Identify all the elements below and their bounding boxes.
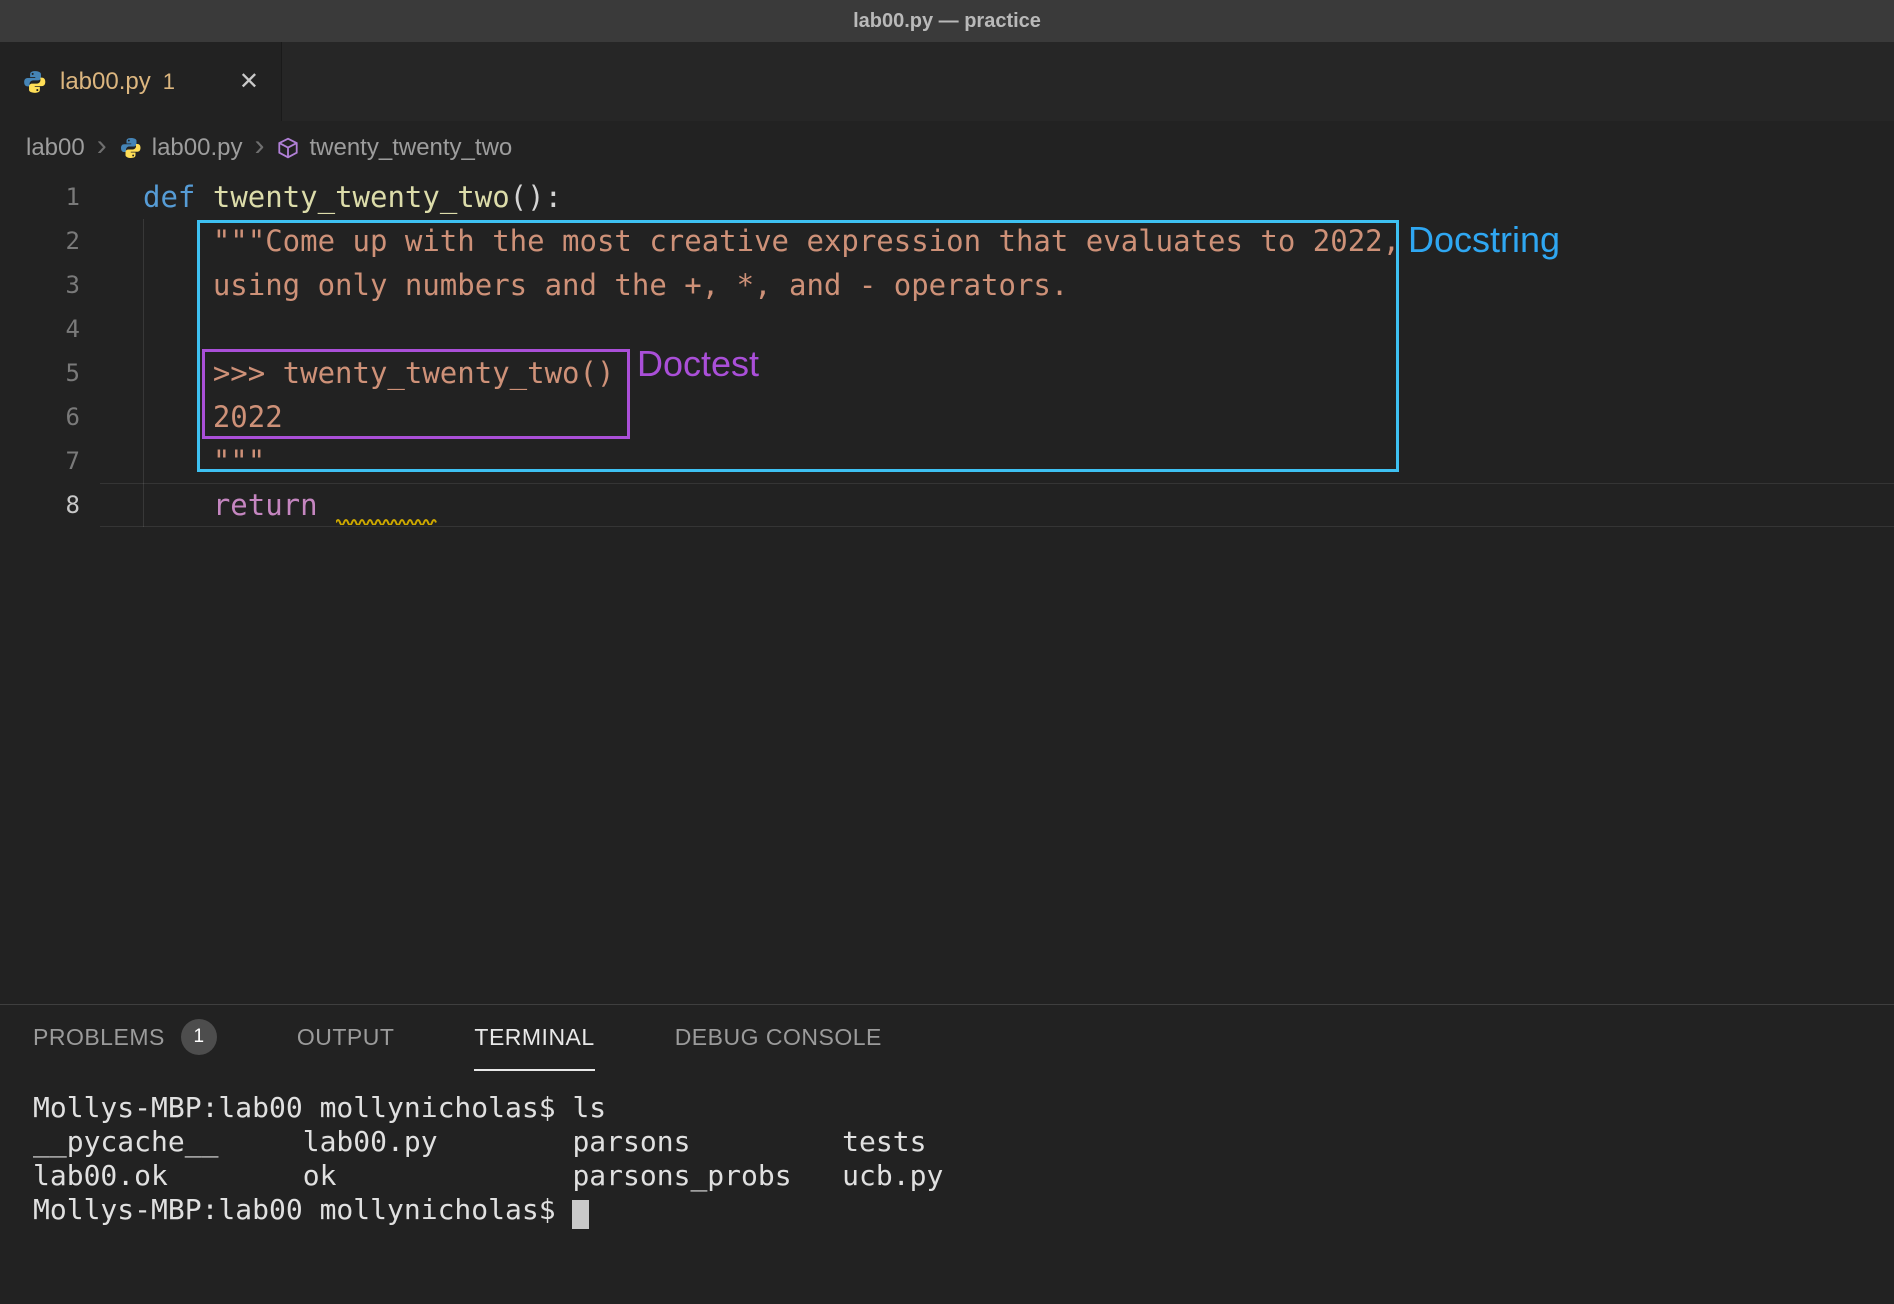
terminal-line: __pycache__ lab00.py parsons tests bbox=[33, 1125, 926, 1158]
panel-tab-label: TERMINAL bbox=[474, 1024, 594, 1051]
code-line-2[interactable]: 2 """Come up with the most creative expr… bbox=[0, 219, 1894, 263]
symbol-module-icon bbox=[276, 136, 300, 160]
warning-squiggle bbox=[336, 515, 440, 524]
code-line-4[interactable]: 4 bbox=[0, 307, 1894, 351]
line-number[interactable]: 4 bbox=[0, 307, 100, 351]
code-line-8[interactable]: 8 return bbox=[0, 483, 1894, 527]
code-text: 2022 bbox=[100, 395, 1894, 439]
code-line-1[interactable]: 1def twenty_twenty_two(): bbox=[0, 175, 1894, 219]
python-icon bbox=[119, 136, 143, 160]
code-line-6[interactable]: 6 2022 bbox=[0, 395, 1894, 439]
code-text: using only numbers and the +, *, and - o… bbox=[100, 263, 1894, 307]
code-text bbox=[100, 307, 1894, 351]
panel-tab-label: PROBLEMS bbox=[33, 1024, 165, 1051]
breadcrumb-separator-icon: › bbox=[97, 131, 107, 161]
line-number[interactable]: 8 bbox=[0, 483, 100, 527]
panel-tab-label: DEBUG CONSOLE bbox=[675, 1024, 882, 1051]
tab-label: lab00.py bbox=[60, 68, 151, 96]
tab-bar: lab00.py 1 ✕ bbox=[0, 42, 1894, 121]
line-number[interactable]: 6 bbox=[0, 395, 100, 439]
indent-guide bbox=[143, 219, 144, 527]
breadcrumb-item-twenty-twenty-two[interactable]: twenty_twenty_two bbox=[276, 134, 512, 162]
code-text: """Come up with the most creative expres… bbox=[100, 219, 1894, 263]
code-line-3[interactable]: 3 using only numbers and the +, *, and -… bbox=[0, 263, 1894, 307]
line-number[interactable]: 3 bbox=[0, 263, 100, 307]
code-lines: 1def twenty_twenty_two():2 """Come up wi… bbox=[0, 175, 1894, 527]
breadcrumb-label: lab00 bbox=[26, 134, 85, 162]
code-text: return bbox=[100, 483, 1894, 527]
breadcrumb-label: lab00.py bbox=[152, 134, 243, 162]
problems-count-badge: 1 bbox=[181, 1019, 217, 1055]
titlebar[interactable]: lab00.py — practice bbox=[0, 0, 1894, 42]
code-line-5[interactable]: 5 >>> twenty_twenty_two() bbox=[0, 351, 1894, 395]
panel-tab-terminal[interactable]: TERMINAL bbox=[474, 1005, 594, 1071]
panel-tab-output[interactable]: OUTPUT bbox=[297, 1005, 395, 1071]
line-number[interactable]: 7 bbox=[0, 439, 100, 483]
breadcrumb-label: twenty_twenty_two bbox=[309, 134, 512, 162]
window-title: lab00.py — practice bbox=[853, 10, 1041, 33]
bottom-panel: PROBLEMS 1 OUTPUT TERMINAL DEBUG CONSOLE Mol… bbox=[0, 1004, 1894, 1304]
terminal-output[interactable]: Mollys-MBP:lab00 mollynicholas$ ls __pyc… bbox=[33, 1091, 943, 1227]
panel-tab-label: OUTPUT bbox=[297, 1024, 395, 1051]
terminal-line: lab00.ok ok parsons_probs ucb.py bbox=[33, 1159, 943, 1192]
code-editor[interactable]: 1def twenty_twenty_two():2 """Come up wi… bbox=[0, 175, 1894, 1004]
breadcrumb-item-lab00[interactable]: lab00 bbox=[26, 134, 85, 162]
line-number[interactable]: 1 bbox=[0, 175, 100, 219]
panel-tab-problems[interactable]: PROBLEMS 1 bbox=[33, 1005, 217, 1071]
panel-tab-debug-console[interactable]: DEBUG CONSOLE bbox=[675, 1005, 882, 1071]
terminal-cursor bbox=[572, 1200, 589, 1229]
line-number[interactable]: 5 bbox=[0, 351, 100, 395]
docstring-annotation-label: Docstring bbox=[1408, 219, 1560, 261]
breadcrumb-separator-icon: › bbox=[254, 131, 264, 161]
panel-tab-bar: PROBLEMS 1 OUTPUT TERMINAL DEBUG CONSOLE bbox=[0, 1005, 1894, 1071]
tab-lab00py[interactable]: lab00.py 1 ✕ bbox=[0, 42, 282, 121]
tab-modified-badge: 1 bbox=[163, 69, 175, 95]
line-number[interactable]: 2 bbox=[0, 219, 100, 263]
code-text: >>> twenty_twenty_two() bbox=[100, 351, 1894, 395]
terminal-line: Mollys-MBP:lab00 mollynicholas$ ls bbox=[33, 1091, 606, 1124]
python-icon bbox=[22, 69, 48, 95]
code-text: """ bbox=[100, 439, 1894, 483]
terminal-line: Mollys-MBP:lab00 mollynicholas$ bbox=[33, 1193, 572, 1226]
vscode-window: lab00.py — practice lab00.py 1 ✕ lab00›l… bbox=[0, 0, 1894, 1304]
code-line-7[interactable]: 7 """ bbox=[0, 439, 1894, 483]
code-text: def twenty_twenty_two(): bbox=[100, 175, 1894, 219]
breadcrumb: lab00 › lab00.py › twenty_twenty_two bbox=[0, 121, 1894, 175]
doctest-annotation-label: Doctest bbox=[637, 343, 759, 385]
close-icon[interactable]: ✕ bbox=[239, 67, 259, 96]
breadcrumb-item-lab00-py[interactable]: lab00.py bbox=[119, 134, 243, 162]
